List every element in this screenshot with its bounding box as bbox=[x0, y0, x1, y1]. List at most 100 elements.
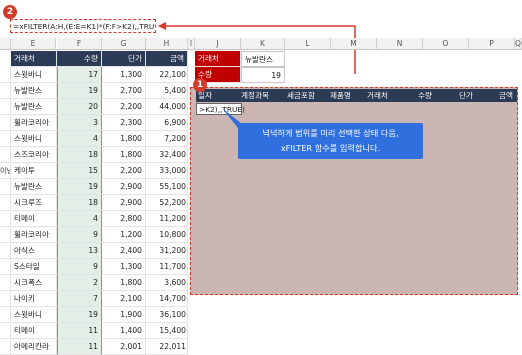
cell-d-prefix[interactable] bbox=[0, 291, 11, 307]
column-header-f[interactable]: F bbox=[57, 38, 102, 50]
table-cell[interactable]: 티메이 bbox=[11, 211, 57, 227]
table-cell[interactable]: 2,900 bbox=[102, 179, 146, 195]
column-header-d[interactable] bbox=[0, 38, 11, 50]
column-header-q[interactable]: Q bbox=[515, 38, 522, 50]
table-cell[interactable]: 1,800 bbox=[102, 147, 146, 163]
cell-d-prefix[interactable] bbox=[0, 243, 11, 259]
table-cell[interactable]: 9 bbox=[57, 259, 102, 275]
column-header-l[interactable]: L bbox=[285, 38, 331, 50]
column-header-i[interactable]: I bbox=[188, 38, 195, 50]
column-header-o[interactable]: O bbox=[423, 38, 469, 50]
column-header-m[interactable]: M bbox=[331, 38, 377, 50]
table-cell[interactable]: 스윗바니 bbox=[11, 131, 57, 147]
cell-d-prefix[interactable] bbox=[0, 195, 11, 211]
cell-d-prefix[interactable] bbox=[0, 275, 11, 291]
table-cell[interactable]: 휠라코리아 bbox=[11, 227, 57, 243]
table-cell[interactable]: 20 bbox=[57, 99, 102, 115]
table-cell[interactable]: 11,200 bbox=[146, 211, 188, 227]
table-cell[interactable]: 44,000 bbox=[146, 99, 188, 115]
table-cell[interactable]: 36,100 bbox=[146, 307, 188, 323]
table-cell[interactable]: 뉴발란스 bbox=[11, 83, 57, 99]
table-cell[interactable]: 2,300 bbox=[102, 115, 146, 131]
table-cell[interactable]: 55,100 bbox=[146, 179, 188, 195]
cell-d-prefix[interactable] bbox=[0, 211, 11, 227]
cell-d-prefix[interactable] bbox=[0, 259, 11, 275]
table-cell[interactable]: 1,300 bbox=[102, 67, 146, 83]
table-cell[interactable]: 케이투 bbox=[11, 163, 57, 179]
table-cell[interactable]: 1,900 bbox=[102, 307, 146, 323]
table-cell[interactable]: 18 bbox=[57, 195, 102, 211]
table-cell[interactable]: 시크루즈 bbox=[11, 195, 57, 211]
table-cell[interactable]: 22,100 bbox=[146, 67, 188, 83]
cell-d-prefix[interactable] bbox=[0, 179, 11, 195]
table-cell[interactable]: 13 bbox=[57, 243, 102, 259]
table-cell[interactable]: 2,400 bbox=[102, 243, 146, 259]
table-cell[interactable]: 33,000 bbox=[146, 163, 188, 179]
table-cell[interactable]: 18 bbox=[57, 147, 102, 163]
table-cell[interactable]: 1,800 bbox=[102, 131, 146, 147]
table-cell[interactable]: 나이키 bbox=[11, 291, 57, 307]
table-cell[interactable]: 1,800 bbox=[102, 275, 146, 291]
table-cell[interactable]: 7,200 bbox=[146, 131, 188, 147]
table-cell[interactable]: S스타일 bbox=[11, 259, 57, 275]
table-cell[interactable]: 2,200 bbox=[102, 163, 146, 179]
column-header-p[interactable]: P bbox=[469, 38, 515, 50]
table-cell[interactable]: 52,200 bbox=[146, 195, 188, 211]
cell-d-prefix[interactable] bbox=[0, 83, 11, 99]
table-cell[interactable]: 2,100 bbox=[102, 291, 146, 307]
table-cell[interactable]: 시크폭스 bbox=[11, 275, 57, 291]
cell-d-prefix[interactable] bbox=[0, 131, 11, 147]
table-cell[interactable]: 11 bbox=[57, 323, 102, 339]
criteria-value-2[interactable]: 19 bbox=[241, 67, 285, 83]
table-cell[interactable]: 스즈코리아 bbox=[11, 147, 57, 163]
column-header-h[interactable]: H bbox=[146, 38, 188, 50]
table-cell[interactable]: 2,900 bbox=[102, 195, 146, 211]
table-cell[interactable]: 뉴발란스 bbox=[11, 99, 57, 115]
table-cell[interactable]: 2,700 bbox=[102, 83, 146, 99]
column-header-g[interactable]: G bbox=[102, 38, 146, 50]
table-cell[interactable]: 31,200 bbox=[146, 243, 188, 259]
table-cell[interactable]: 1,300 bbox=[102, 259, 146, 275]
table-cell[interactable]: 1,400 bbox=[102, 323, 146, 339]
table-cell[interactable]: 9 bbox=[57, 227, 102, 243]
column-header-j[interactable]: J bbox=[195, 38, 241, 50]
criteria-value-1[interactable]: 뉴발란스 bbox=[241, 51, 285, 67]
table-cell[interactable]: 32,400 bbox=[146, 147, 188, 163]
table-cell[interactable]: 7 bbox=[57, 291, 102, 307]
table-cell[interactable]: 스윗바니 bbox=[11, 67, 57, 83]
table-cell[interactable]: 1,200 bbox=[102, 227, 146, 243]
table-cell[interactable]: 14,700 bbox=[146, 291, 188, 307]
column-header-n[interactable]: N bbox=[377, 38, 423, 50]
cell-d-prefix[interactable] bbox=[0, 227, 11, 243]
table-cell[interactable]: 11,700 bbox=[146, 259, 188, 275]
table-cell[interactable]: 10,800 bbox=[146, 227, 188, 243]
table-cell[interactable]: 2,800 bbox=[102, 211, 146, 227]
table-cell[interactable]: 19 bbox=[57, 83, 102, 99]
table-cell[interactable]: 3,600 bbox=[146, 275, 188, 291]
table-cell[interactable]: 19 bbox=[57, 307, 102, 323]
cell-d-prefix[interactable] bbox=[0, 323, 11, 339]
table-cell[interactable]: 스윗바니 bbox=[11, 307, 57, 323]
table-cell[interactable]: 19 bbox=[57, 179, 102, 195]
cell-d-prefix[interactable] bbox=[0, 307, 11, 323]
table-cell[interactable]: 2 bbox=[57, 275, 102, 291]
table-cell[interactable]: 2,001 bbox=[102, 339, 146, 355]
table-cell[interactable]: 2,200 bbox=[102, 99, 146, 115]
formula-bar[interactable]: =xFILTER(A:H,(E:E=K1)*(F:F>K2),,TRUE) bbox=[10, 19, 156, 33]
cell-d-prefix[interactable] bbox=[0, 339, 11, 355]
column-header-e[interactable]: E bbox=[11, 38, 56, 50]
table-cell[interactable]: 17 bbox=[57, 67, 102, 83]
cell-d-prefix[interactable]: 이닝부 bbox=[0, 163, 11, 179]
column-header-k[interactable]: K bbox=[241, 38, 285, 50]
table-cell[interactable]: 3 bbox=[57, 115, 102, 131]
table-cell[interactable]: 티메이 bbox=[11, 323, 57, 339]
table-cell[interactable]: 22,011 bbox=[146, 339, 188, 355]
cell-d-prefix[interactable] bbox=[0, 115, 11, 131]
table-cell[interactable]: 5,400 bbox=[146, 83, 188, 99]
table-cell[interactable]: 15 bbox=[57, 163, 102, 179]
table-cell[interactable]: 11 bbox=[57, 339, 102, 355]
cell-d-prefix[interactable] bbox=[0, 99, 11, 115]
table-cell[interactable]: 아메리칸라 bbox=[11, 339, 57, 355]
table-cell[interactable]: 휠라코리아 bbox=[11, 115, 57, 131]
table-cell[interactable]: 뉴발란스 bbox=[11, 179, 57, 195]
